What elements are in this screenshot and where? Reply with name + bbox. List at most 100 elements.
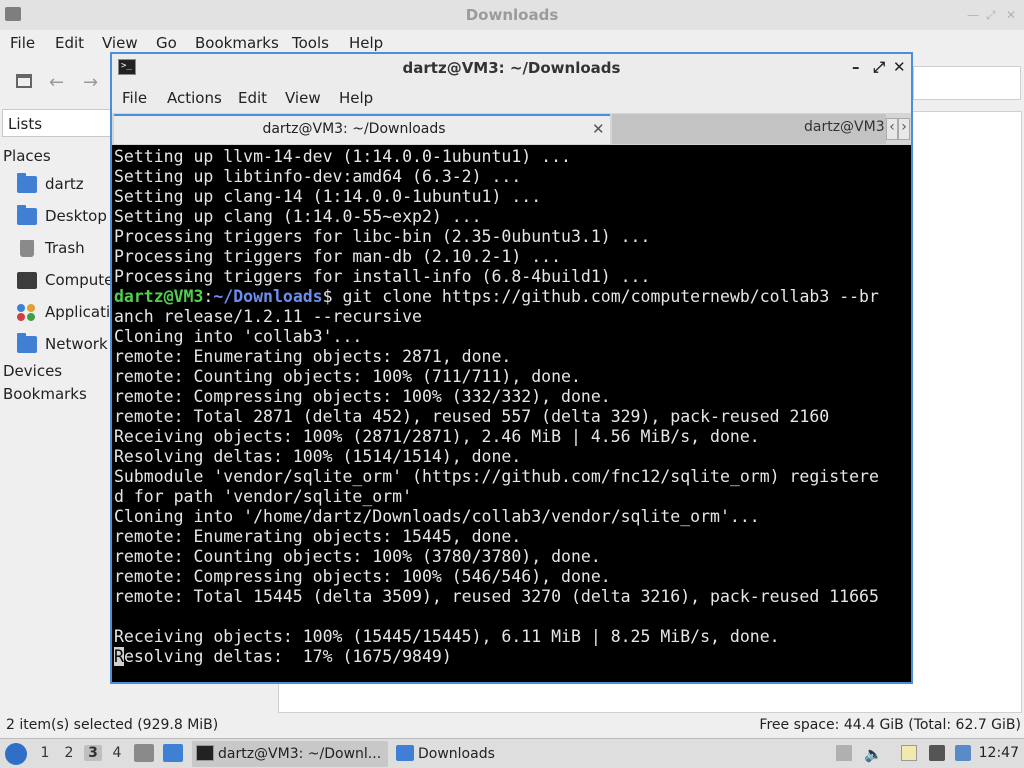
update-notifier-icon[interactable] (955, 745, 971, 761)
prompt-dollar: $ (322, 287, 333, 306)
terminal-line: remote: Counting objects: 100% (3780/378… (114, 547, 601, 566)
side-pane-mode-select[interactable]: Lists (2, 109, 114, 137)
terminal-line: Cloning into '/home/dartz/Downloads/coll… (114, 507, 760, 526)
term-menu-view[interactable]: View (285, 89, 321, 107)
terminal-line: Setting up clang-14 (1:14.0.0-1ubuntu1) … (114, 187, 542, 206)
tab-label: dartz@VM3: ~/Downloads (262, 121, 446, 137)
menu-help[interactable]: Help (349, 34, 383, 52)
terminal-line: Processing triggers for libc-bin (2.35-0… (114, 227, 651, 246)
terminal-tab-bar: dartz@VM3: ~/Downloads ✕ dartz@VM3: ‹ › (112, 113, 911, 145)
terminal-line: Resolving deltas: 100% (1514/1514), done… (114, 447, 522, 466)
taskbar: 1 2 3 4 dartz@VM3: ~/Downl... Downloads … (0, 738, 1024, 768)
tab-downloads-active[interactable]: dartz@VM3: ~/Downloads ✕ (114, 114, 610, 144)
taskbar-task-downloads[interactable]: Downloads (392, 741, 502, 767)
terminal-line: Receiving objects: 100% (15445/15445), 6… (114, 627, 780, 646)
text-cursor: R (114, 647, 124, 666)
tab-downloads-second[interactable]: dartz@VM3: (612, 114, 886, 144)
terminal-line: Cloning into 'collab3'... (114, 327, 363, 346)
trash-icon (20, 240, 34, 257)
show-desktop-icon[interactable] (134, 744, 154, 762)
home-folder-icon (17, 173, 37, 193)
workspace-1[interactable]: 1 (36, 745, 54, 761)
start-menu-icon[interactable] (5, 743, 27, 765)
workspace-3[interactable]: 3 (84, 745, 102, 761)
terminal-title: dartz@VM3: ~/Downloads (402, 59, 621, 77)
terminal-line: Receiving objects: 100% (2871/2871), 2.4… (114, 427, 760, 446)
terminal-output[interactable]: Setting up llvm-14-dev (1:14.0.0-1ubuntu… (114, 147, 909, 681)
taskbar-task-terminal[interactable]: dartz@VM3: ~/Downl... (192, 741, 388, 767)
clock[interactable]: 12:47 (979, 745, 1019, 761)
clipboard-icon[interactable] (901, 745, 917, 761)
bookmarks-heading[interactable]: Bookmarks (3, 385, 87, 403)
applications-icon (17, 304, 37, 321)
network-status-icon[interactable] (929, 745, 945, 761)
terminal-icon (196, 745, 214, 761)
computer-icon (17, 272, 37, 289)
terminal-line: remote: Total 2871 (delta 452), reused 5… (114, 407, 830, 426)
sidebar-item-label: Network (45, 335, 108, 353)
file-manager-titlebar[interactable]: Downloads — ⤢ ✕ (0, 0, 1024, 30)
tab-close-icon[interactable]: ✕ (592, 120, 605, 138)
task-label: Downloads (418, 746, 495, 762)
task-label: dartz@VM3: ~/Downl... (218, 746, 382, 762)
back-arrow-icon[interactable]: ← (49, 72, 64, 93)
terminal-line: Submodule 'vendor/sqlite_orm' (https://g… (114, 467, 879, 486)
prompt-separator: : (203, 287, 214, 306)
command-text: git clone https://github.com/computernew… (332, 287, 879, 306)
sidebar-item-label: Desktop (45, 207, 107, 225)
term-menu-actions[interactable]: Actions (167, 89, 222, 107)
menu-bookmarks[interactable]: Bookmarks (195, 34, 279, 52)
prompt-path: ~/Downloads (213, 287, 323, 306)
tab-scroll-left-icon[interactable]: ‹ (886, 118, 898, 140)
tab-scroll-right-icon[interactable]: › (898, 118, 910, 140)
minimize-icon[interactable]: — (967, 8, 979, 22)
menu-edit[interactable]: Edit (55, 34, 84, 52)
terminal-line: remote: Compressing objects: 100% (546/5… (114, 567, 611, 586)
maximize-icon[interactable]: ⤢ (986, 8, 996, 23)
terminal-line: remote: Counting objects: 100% (711/711)… (114, 367, 581, 386)
close-icon[interactable]: ✕ (1006, 8, 1016, 22)
sidebar-item-label: Computer (45, 271, 120, 289)
forward-arrow-icon[interactable]: → (83, 72, 98, 93)
selection-status: 2 item(s) selected (929.8 MiB) (6, 717, 219, 733)
menu-file[interactable]: File (10, 34, 35, 52)
side-pane-mode-label: Lists (8, 115, 43, 133)
workspace-4[interactable]: 4 (108, 745, 126, 761)
terminal-menubar: File Actions Edit View Help (112, 82, 911, 113)
menu-go[interactable]: Go (156, 34, 177, 52)
terminal-line: remote: Enumerating objects: 2871, done. (114, 347, 512, 366)
close-icon[interactable]: ✕ (893, 58, 906, 76)
term-menu-edit[interactable]: Edit (238, 89, 267, 107)
folder-icon (396, 745, 414, 761)
term-menu-file[interactable]: File (122, 89, 147, 107)
path-bar[interactable] (913, 66, 1021, 100)
window-title: Downloads (465, 6, 559, 24)
terminal-titlebar[interactable]: >_ dartz@VM3: ~/Downloads – ⤢ ✕ (112, 54, 911, 82)
devices-heading[interactable]: Devices (3, 362, 62, 380)
file-manager-launcher-icon[interactable] (163, 744, 183, 762)
maximize-icon[interactable]: ⤢ (873, 58, 885, 76)
terminal-line: anch release/1.2.11 --recursive (114, 307, 422, 326)
menu-tools[interactable]: Tools (292, 34, 329, 52)
terminal-line: Setting up llvm-14-dev (1:14.0.0-1ubuntu… (114, 147, 571, 166)
prompt-user: dartz@VM3 (114, 287, 204, 306)
volume-icon[interactable]: 🔈 (864, 745, 883, 763)
tab-label: dartz@VM3: (804, 119, 886, 135)
terminal-line: remote: Enumerating objects: 15445, done… (114, 527, 522, 546)
desktop-folder-icon (17, 205, 37, 225)
terminal-prompt-line: dartz@VM3:~/Downloads$ git clone https:/… (114, 287, 879, 307)
new-window-icon[interactable] (16, 74, 32, 88)
minimize-icon[interactable]: – (852, 58, 860, 76)
workspace-2[interactable]: 2 (60, 745, 78, 761)
terminal-line: Processing triggers for man-db (2.10.2-1… (114, 247, 562, 266)
term-menu-help[interactable]: Help (339, 89, 373, 107)
menu-view[interactable]: View (102, 34, 138, 52)
terminal-line: Setting up libtinfo-dev:amd64 (6.3-2) ..… (114, 167, 522, 186)
terminal-window: >_ dartz@VM3: ~/Downloads – ⤢ ✕ File Act… (110, 52, 913, 684)
trash-tray-icon[interactable] (836, 745, 852, 761)
terminal-current-line: Resolving deltas: 17% (1675/9849) (114, 647, 452, 667)
network-icon (17, 333, 37, 353)
sidebar-item-label: dartz (45, 175, 84, 193)
free-space-status: Free space: 44.4 GiB (Total: 62.7 GiB) (759, 717, 1021, 733)
places-heading[interactable]: Places (3, 147, 51, 165)
